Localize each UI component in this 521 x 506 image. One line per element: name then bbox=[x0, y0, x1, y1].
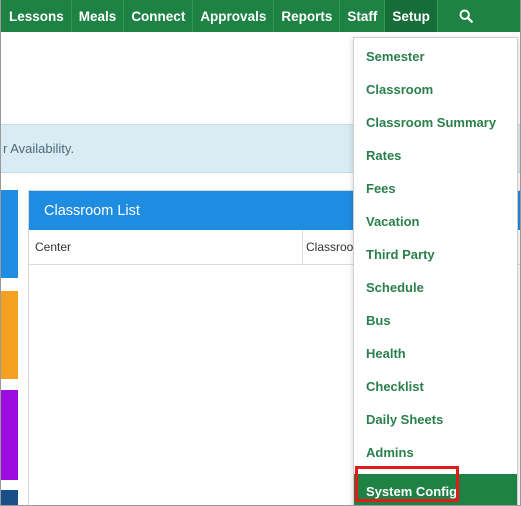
menu-item-third-party[interactable]: Third Party bbox=[354, 238, 517, 271]
menu-item-classroom[interactable]: Classroom bbox=[354, 73, 517, 106]
menu-item-semester[interactable]: Semester bbox=[354, 40, 517, 73]
nav-setup[interactable]: Setup bbox=[385, 0, 438, 32]
dashboard-tile-orange[interactable] bbox=[1, 291, 18, 379]
menu-item-schedule[interactable]: Schedule bbox=[354, 271, 517, 304]
nav-meals[interactable]: Meals bbox=[72, 0, 125, 32]
alert-text: r Availability. bbox=[3, 141, 75, 156]
dashboard-tile-navy[interactable] bbox=[1, 490, 18, 505]
menu-item-bus[interactable]: Bus bbox=[354, 304, 517, 337]
app-window: Lessons Meals Connect Approvals Reports … bbox=[0, 0, 521, 506]
nav-approvals[interactable]: Approvals bbox=[193, 0, 275, 32]
dashboard-tile-purple[interactable] bbox=[1, 390, 18, 480]
search-icon bbox=[459, 9, 473, 23]
menu-item-checklist[interactable]: Checklist bbox=[354, 370, 517, 403]
menu-item-system-config[interactable]: System Config bbox=[354, 474, 517, 505]
dashboard-tile-blue[interactable] bbox=[1, 190, 18, 278]
setup-dropdown-menu: Semester Classroom Classroom Summary Rat… bbox=[353, 37, 518, 505]
menu-item-daily-sheets[interactable]: Daily Sheets bbox=[354, 403, 517, 436]
menu-item-health[interactable]: Health bbox=[354, 337, 517, 370]
column-header-center[interactable]: Center bbox=[29, 230, 303, 264]
nav-lessons[interactable]: Lessons bbox=[1, 0, 72, 32]
nav-connect[interactable]: Connect bbox=[124, 0, 194, 32]
nav-staff[interactable]: Staff bbox=[340, 0, 386, 32]
menu-item-vacation[interactable]: Vacation bbox=[354, 205, 517, 238]
menu-item-fees[interactable]: Fees bbox=[354, 172, 517, 205]
nav-search-button[interactable] bbox=[438, 0, 494, 32]
nav-reports[interactable]: Reports bbox=[274, 0, 341, 32]
menu-item-classroom-summary[interactable]: Classroom Summary bbox=[354, 106, 517, 139]
menu-item-admins[interactable]: Admins bbox=[354, 436, 517, 469]
menu-item-rates[interactable]: Rates bbox=[354, 139, 517, 172]
top-navbar: Lessons Meals Connect Approvals Reports … bbox=[1, 0, 520, 32]
